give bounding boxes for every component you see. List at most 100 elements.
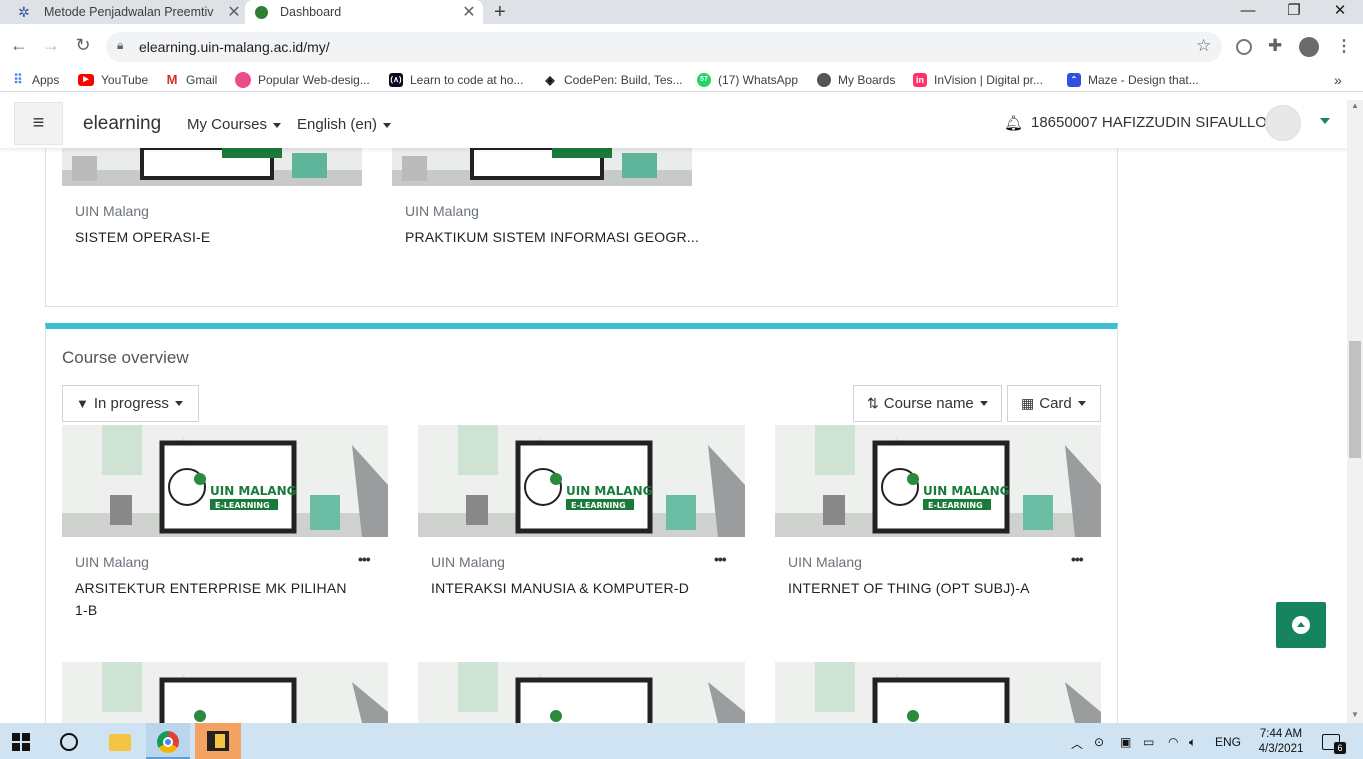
course-name-link[interactable]: INTERNET OF THING (OPT SUBJ)-A xyxy=(788,577,1030,599)
bookmark-dribbble[interactable]: Popular Web-desig... xyxy=(235,71,370,89)
course-image[interactable]: ★ UIN MALANG E-LEARNING xyxy=(62,425,388,537)
course-name-link[interactable]: SISTEM OPERASI-E xyxy=(75,226,210,248)
course-name-link[interactable]: INTERAKSI MANUSIA & KOMPUTER-D xyxy=(431,577,689,599)
bookmark-invision[interactable]: in InVision | Digital pr... xyxy=(913,71,1043,89)
volume-icon[interactable]: 🔈︎ xyxy=(1189,735,1196,750)
thumb-subtitle-text: E-LEARNING xyxy=(571,501,626,510)
avatar[interactable] xyxy=(1265,105,1301,141)
menu-kebab-icon[interactable]: ⋮ xyxy=(1336,36,1352,56)
sticky-app-taskbar-button[interactable] xyxy=(195,723,241,759)
tray-device-icon[interactable]: ▣ xyxy=(1120,735,1131,749)
bookmark-myboards[interactable]: My Boards xyxy=(817,71,895,89)
course-name-link[interactable]: PRAKTIKUM SISTEM INFORMASI GEOGR... xyxy=(405,226,699,248)
freecodecamp-icon: (∧) xyxy=(389,73,403,87)
scroll-down-arrow-icon[interactable]: ▼ xyxy=(1351,710,1359,719)
input-language[interactable]: ENG xyxy=(1215,735,1241,749)
bookmark-label: InVision | Digital pr... xyxy=(934,73,1043,87)
bookmark-whatsapp[interactable]: 57 (17) WhatsApp xyxy=(697,71,798,89)
tab-dashboard[interactable]: Dashboard ✕ xyxy=(245,0,483,24)
thumb-title-text: UIN MALANG xyxy=(923,484,1009,498)
bookmark-apps[interactable]: ⠿ Apps xyxy=(11,71,59,89)
course-image[interactable]: ★ UIN MALANG E-LEARNING xyxy=(418,425,745,537)
tray-overflow-icon[interactable]: ︿ xyxy=(1071,735,1083,752)
course-category: UIN Malang xyxy=(75,554,149,570)
star-icon[interactable]: ☆ xyxy=(1196,36,1211,56)
file-explorer-icon[interactable] xyxy=(109,734,131,751)
tab-metode[interactable]: ✲ Metode Penjadwalan Preemtive S ✕ xyxy=(10,0,242,24)
chevron-up-icon xyxy=(1292,616,1310,634)
filter-label: In progress xyxy=(93,395,169,412)
battery-icon[interactable]: ▭ xyxy=(1143,735,1154,749)
forward-icon[interactable]: → xyxy=(41,35,61,56)
search-icon[interactable] xyxy=(60,733,78,751)
course-image[interactable]: ★ UIN MALANG E-LEARNING xyxy=(775,425,1101,537)
course-actions-menu-icon[interactable]: ••• xyxy=(358,551,371,567)
bell-icon[interactable]: 🔔︎ xyxy=(1004,114,1023,132)
user-name[interactable]: 18650007 HAFIZZUDIN SIFAULLOH xyxy=(1031,114,1278,131)
course-category: UIN Malang xyxy=(75,203,149,219)
chrome-icon xyxy=(157,731,179,753)
course-image[interactable] xyxy=(392,148,692,186)
hamburger-menu-icon[interactable]: ≡ xyxy=(14,102,63,145)
view-label: Card xyxy=(1039,395,1072,412)
lock-icon[interactable]: 🔒︎ xyxy=(117,38,123,53)
more-bookmarks-icon[interactable]: » xyxy=(1334,71,1342,89)
bookmark-youtube[interactable]: ▶ YouTube xyxy=(78,71,148,89)
minimize-icon[interactable]: — xyxy=(1225,0,1271,24)
scrollbar-thumb[interactable] xyxy=(1349,341,1361,458)
tab-title: Dashboard xyxy=(280,5,342,19)
bookmark-freecodecamp[interactable]: (∧) Learn to code at ho... xyxy=(389,71,523,89)
bookmark-maze[interactable]: ⌃ Maze - Design that... xyxy=(1067,71,1199,89)
view-dropdown[interactable]: ▦ Card xyxy=(1007,385,1101,422)
course-actions-menu-icon[interactable]: ••• xyxy=(1071,551,1084,567)
thumb-title-text: UIN MALANG xyxy=(566,484,652,498)
my-courses-label: My Courses xyxy=(187,116,268,133)
bookmark-label: Apps xyxy=(32,73,60,87)
clock-date: 4/3/2021 xyxy=(1258,743,1304,755)
language-menu[interactable]: English (en) xyxy=(297,116,392,133)
site-brand[interactable]: elearning xyxy=(83,113,161,135)
puzzle-icon[interactable]: ✚ xyxy=(1268,36,1282,56)
chevron-down-icon xyxy=(979,401,988,406)
wifi-icon[interactable]: ◠ xyxy=(1168,735,1178,749)
close-tab-icon[interactable]: ✕ xyxy=(461,2,477,22)
extension-icon[interactable] xyxy=(1236,39,1252,55)
dribbble-icon xyxy=(235,72,251,88)
url-text[interactable]: elearning.uin-malang.ac.id/my/ xyxy=(139,39,330,55)
reload-icon[interactable]: ↻ xyxy=(73,35,93,56)
close-tab-icon[interactable]: ✕ xyxy=(226,2,242,22)
course-image[interactable]: ★ xyxy=(775,662,1101,723)
close-window-icon[interactable]: ✕ xyxy=(1317,0,1363,24)
course-image[interactable]: ★ xyxy=(418,662,745,723)
user-menu-chevron-icon[interactable] xyxy=(1320,118,1330,124)
course-actions-menu-icon[interactable]: ••• xyxy=(714,551,727,567)
invision-icon: in xyxy=(913,73,927,87)
course-image[interactable] xyxy=(62,148,362,186)
system-clock[interactable]: 7:44 AM 4/3/2021 xyxy=(1256,727,1306,757)
my-courses-menu[interactable]: My Courses xyxy=(187,116,282,133)
gmail-icon: M xyxy=(166,72,178,87)
bookmark-codepen[interactable]: ◈ CodePen: Build, Tes... xyxy=(543,71,682,89)
course-name-link[interactable]: ARSITEKTUR ENTERPRISE MK PILIHAN 1-B xyxy=(75,577,355,621)
filter-dropdown[interactable]: ▼ In progress xyxy=(62,385,199,422)
scroll-up-arrow-icon[interactable]: ▲ xyxy=(1351,101,1359,110)
back-icon[interactable]: ← xyxy=(9,35,29,56)
windows-start-icon[interactable] xyxy=(12,733,30,751)
moodle-favicon-icon xyxy=(255,5,268,19)
whatsapp-icon: 57 xyxy=(697,73,711,87)
thumb-subtitle-text: E-LEARNING xyxy=(215,501,270,510)
bookmark-gmail[interactable]: M Gmail xyxy=(165,71,218,89)
back-to-top-button[interactable] xyxy=(1276,602,1326,648)
tab-title: Metode Penjadwalan Preemtive S xyxy=(44,5,214,19)
new-tab-icon[interactable]: + xyxy=(494,0,506,24)
sort-icon: ⇅ xyxy=(867,395,879,411)
app-icon xyxy=(207,731,229,751)
course-image[interactable]: ★ xyxy=(62,662,388,723)
profile-avatar[interactable] xyxy=(1299,37,1319,57)
chrome-taskbar-button[interactable] xyxy=(146,723,190,759)
sort-dropdown[interactable]: ⇅ Course name xyxy=(853,385,1002,422)
restore-icon[interactable]: ❐ xyxy=(1271,0,1317,24)
tray-app-icon[interactable]: ⊙ xyxy=(1094,735,1104,749)
apps-grid-icon: ⠿ xyxy=(13,72,23,87)
bookmark-label: Popular Web-desig... xyxy=(258,73,370,87)
